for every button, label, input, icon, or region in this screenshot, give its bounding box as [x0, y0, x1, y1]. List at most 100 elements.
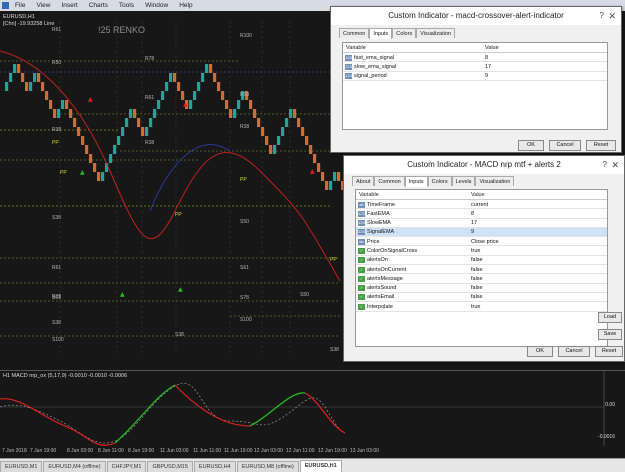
close-icon[interactable]: ✕: [608, 10, 616, 22]
tab-eurusd-h4[interactable]: EURUSD,H4: [193, 461, 236, 472]
table-header: Variable Value: [343, 43, 607, 53]
integer-icon: 123: [358, 229, 365, 236]
save-button[interactable]: Save: [598, 329, 622, 340]
menu-charts[interactable]: Charts: [89, 2, 108, 9]
renko-brick: [233, 109, 237, 118]
table-row[interactable]: ✓ ColorOnSignalCross true: [356, 246, 607, 256]
menu-window[interactable]: Window: [145, 2, 168, 9]
row-value[interactable]: true: [471, 248, 480, 254]
row-value[interactable]: current: [471, 202, 488, 208]
menu-help[interactable]: Help: [179, 2, 192, 9]
bool-icon: ✓: [358, 275, 365, 282]
row-value[interactable]: Close price: [471, 239, 499, 245]
tab-gbpusd-m15[interactable]: GBPUSD,M15: [147, 461, 193, 472]
tab-visualization[interactable]: Visualization: [416, 28, 455, 38]
menu-file[interactable]: File: [15, 2, 25, 9]
tab-eurusd-m8[interactable]: EURUSD,M8 (offline): [236, 461, 299, 472]
reset-button[interactable]: Reset: [595, 346, 623, 357]
row-value[interactable]: false: [471, 276, 483, 282]
signal-arrow-icon: ▲: [178, 286, 183, 293]
inputs-table: Variable Value 123 fast_ema_signal 8 123…: [342, 42, 608, 130]
cancel-button[interactable]: Cancel: [549, 140, 581, 151]
tab-inputs[interactable]: Inputs: [369, 28, 393, 39]
tab-eurusd-m4[interactable]: EURUSD,M4 (offline): [43, 461, 106, 472]
renko-brick: [289, 109, 293, 118]
macd-crossover-dialog: Custom Indicator - macd-crossover-alert-…: [330, 6, 622, 153]
bool-icon: ✓: [358, 294, 365, 301]
signal-arrow-icon: ▲: [120, 291, 125, 298]
renko-brick: [221, 91, 225, 100]
row-name: ColorOnSignalCross: [367, 247, 418, 254]
menu-tools[interactable]: Tools: [119, 2, 134, 9]
inputs-table: Variable Value ab TimeFrame current 123 Fas…: [355, 189, 608, 347]
tab-chfjpy-m1[interactable]: CHFJPY,M1: [106, 461, 147, 472]
dialog-title-bar: Custom Indicator - MACD nrp mtf + alerts…: [344, 156, 624, 174]
level-label: S50: [240, 219, 249, 225]
renko-brick: [45, 91, 49, 100]
renko-brick: [113, 145, 117, 154]
tab-colors[interactable]: Colors: [392, 28, 417, 38]
table-row[interactable]: 123 FastEMA 8: [356, 209, 607, 219]
tab-visualization[interactable]: Visualization: [475, 176, 515, 186]
help-icon[interactable]: ?: [600, 10, 604, 22]
renko-brick: [333, 172, 337, 181]
renko-brick: [265, 136, 269, 145]
macd-up-segment: [249, 392, 306, 427]
tab-inputs[interactable]: Inputs: [404, 176, 428, 187]
ok-button[interactable]: OK: [527, 346, 553, 357]
time-label: 12 Jun 11:00: [286, 448, 315, 454]
table-row[interactable]: ✓ alertsOnCurrent false: [356, 265, 607, 275]
level-label: R78: [145, 56, 154, 62]
row-value[interactable]: 17: [471, 220, 477, 226]
close-icon[interactable]: ✕: [611, 159, 619, 171]
row-value[interactable]: 8: [471, 211, 474, 217]
renko-brick: [49, 100, 53, 109]
table-row[interactable]: 123 signal_period 9: [343, 72, 607, 81]
renko-brick: [313, 154, 317, 163]
col-value: Value: [471, 192, 485, 198]
table-row[interactable]: 123 slow_ema_signal 17: [343, 62, 607, 72]
tab-eurusd-m1[interactable]: EURUSD,M1: [0, 461, 43, 472]
row-value[interactable]: false: [471, 294, 483, 300]
load-button[interactable]: Load: [598, 312, 622, 323]
time-label: 11 Jun 03:00: [160, 448, 189, 454]
help-icon[interactable]: ?: [603, 159, 607, 171]
row-value[interactable]: true: [471, 304, 480, 310]
macd-canvas[interactable]: [0, 371, 625, 446]
table-row[interactable]: ✓ alertsOn false: [356, 256, 607, 266]
renko-brick: [293, 109, 297, 118]
row-value[interactable]: 17: [485, 64, 491, 70]
row-value[interactable]: 9: [471, 229, 474, 235]
tab-common[interactable]: Common: [374, 176, 405, 186]
row-value[interactable]: false: [471, 285, 483, 291]
renko-brick: [269, 145, 273, 154]
table-row[interactable]: 123 SlowEMA 17: [356, 219, 607, 228]
row-value[interactable]: false: [471, 257, 483, 263]
table-row[interactable]: 123 fast_ema_signal 8: [343, 53, 607, 63]
macd-header: H1 MACD nrp_ox (5,17,9) -0.0010 -0.0010 …: [3, 373, 128, 379]
row-value[interactable]: false: [471, 267, 483, 273]
table-row[interactable]: 123 SignalEMA 9: [356, 227, 607, 238]
cancel-button[interactable]: Cancel: [558, 346, 590, 357]
table-row[interactable]: ✓ alertsMessage false: [356, 274, 607, 284]
row-value[interactable]: 8: [485, 55, 488, 61]
tab-colors[interactable]: Colors: [427, 176, 452, 186]
table-row[interactable]: ab Price Close price: [356, 237, 607, 247]
tab-levels[interactable]: Levels: [451, 176, 476, 186]
table-row[interactable]: ✓ alertsSound false: [356, 284, 607, 293]
tab-eurusd-h1[interactable]: EURUSD,H1: [299, 460, 342, 472]
ok-button[interactable]: OK: [518, 140, 544, 151]
table-row[interactable]: ✓ alertsEmail false: [356, 293, 607, 303]
table-row[interactable]: ab TimeFrame current: [356, 200, 607, 210]
tab-common[interactable]: Common: [339, 28, 370, 38]
menu-view[interactable]: View: [36, 2, 50, 9]
tab-about[interactable]: About: [352, 176, 375, 186]
reset-button[interactable]: Reset: [586, 140, 616, 151]
time-label: 11 Jun 19:00: [224, 448, 253, 454]
menu-insert[interactable]: Insert: [61, 2, 77, 9]
table-row[interactable]: ✓ Interpolate true: [356, 302, 607, 312]
row-value[interactable]: 9: [485, 73, 488, 79]
level-label: S38: [52, 215, 61, 221]
renko-brick: [317, 163, 321, 172]
chart-info: [Chn] -19.93258 Line: [3, 21, 55, 27]
